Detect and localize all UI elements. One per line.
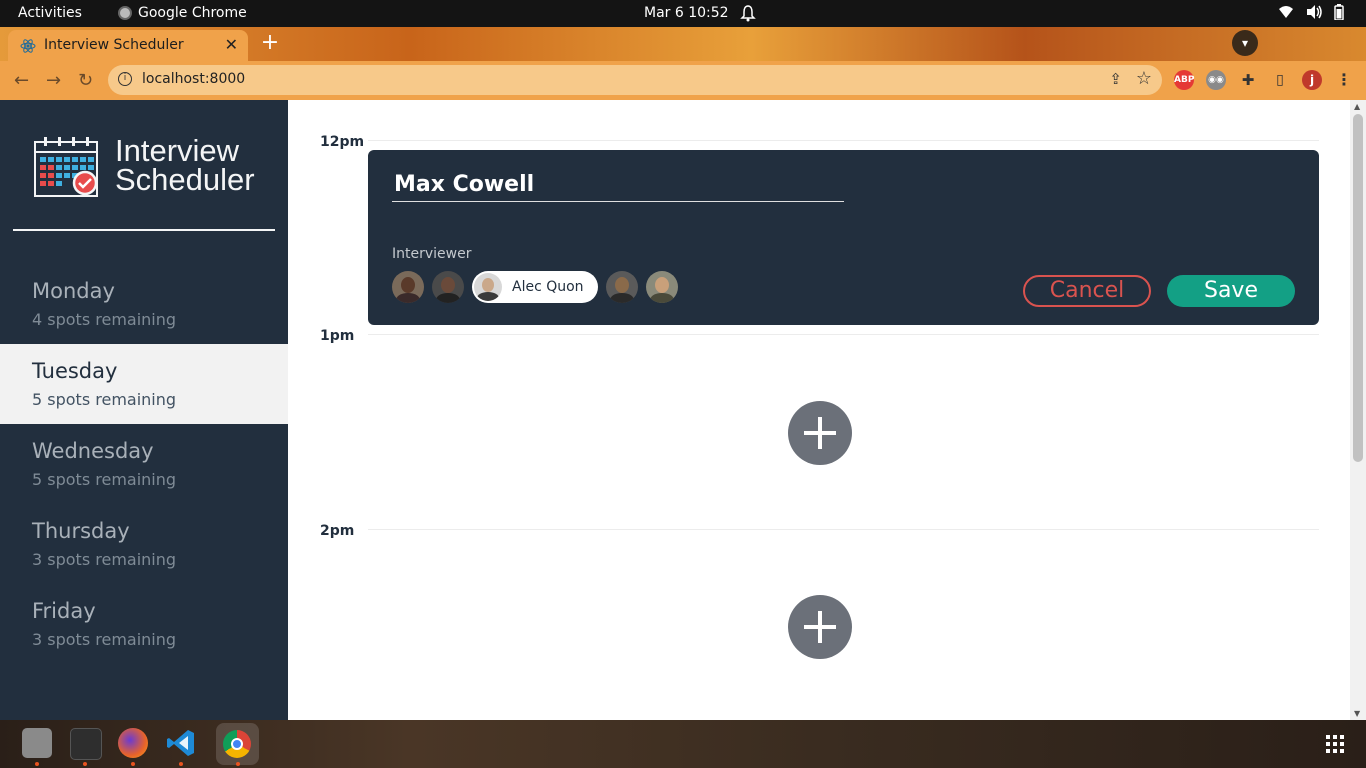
- day-item-thursday[interactable]: Thursday 3 spots remaining: [0, 504, 288, 584]
- day-name: Monday: [32, 279, 115, 303]
- day-spots: 3 spots remaining: [32, 550, 177, 569]
- show-apps-grid-icon[interactable]: [1326, 735, 1344, 753]
- day-spots: 3 spots remaining: [32, 630, 177, 649]
- running-indicator: [131, 762, 135, 766]
- interviewer-avatar[interactable]: [432, 271, 464, 303]
- interviewer-avatar[interactable]: [392, 271, 424, 303]
- tab-search-chevron-icon[interactable]: ▾: [1232, 30, 1258, 56]
- firefox-icon[interactable]: [118, 728, 148, 758]
- site-info-icon[interactable]: i: [118, 72, 132, 86]
- time-divider: [368, 140, 1319, 141]
- battery-icon: [1334, 4, 1350, 21]
- time-divider: [368, 529, 1319, 530]
- day-spots: 5 spots remaining: [32, 470, 177, 489]
- chrome-icon: [118, 6, 132, 20]
- chrome-menu-icon[interactable]: ⋮: [1334, 70, 1354, 90]
- scroll-down-icon[interactable]: ▼: [1354, 709, 1360, 718]
- back-arrow-icon[interactable]: ←: [14, 70, 29, 91]
- interviewer-label: Interviewer: [392, 246, 472, 262]
- time-label: 1pm: [320, 328, 355, 344]
- day-item-wednesday[interactable]: Wednesday 5 spots remaining: [0, 424, 288, 504]
- appointment-form: Max Cowell Interviewer Alec Quon Cancel …: [368, 150, 1319, 325]
- scroll-up-icon[interactable]: ▲: [1354, 102, 1360, 111]
- day-item-friday[interactable]: Friday 3 spots remaining: [0, 584, 288, 664]
- sidebar-separator: [13, 229, 275, 231]
- sidebar: Interview Scheduler Monday 4 spots remai…: [0, 100, 288, 720]
- dock: [0, 720, 1366, 768]
- extensions-puzzle-icon[interactable]: ✚: [1238, 70, 1258, 90]
- day-spots: 5 spots remaining: [32, 390, 177, 409]
- chrome-dock-icon[interactable]: [223, 730, 251, 758]
- files-icon[interactable]: [22, 728, 52, 758]
- time-label: 2pm: [320, 523, 355, 539]
- browser-tab[interactable]: Interview Scheduler ✕: [8, 30, 248, 61]
- day-item-monday[interactable]: Monday 4 spots remaining: [0, 264, 288, 344]
- app-menu-label: Google Chrome: [138, 5, 247, 21]
- tab-close-icon[interactable]: ✕: [225, 35, 238, 54]
- system-clock[interactable]: Mar 6 10:52: [644, 5, 729, 21]
- cancel-button[interactable]: Cancel: [1023, 275, 1151, 307]
- time-label: 12pm: [320, 134, 365, 150]
- interviewer-selected[interactable]: Alec Quon: [472, 271, 598, 303]
- interviewer-avatar: [474, 273, 502, 301]
- interviewer-avatar[interactable]: [605, 271, 638, 303]
- interviewer-list: Alec Quon: [392, 271, 686, 303]
- wifi-icon: [1278, 4, 1294, 20]
- react-favicon-icon: [20, 38, 36, 54]
- system-top-bar: Activities Google Chrome Mar 6 10:52: [0, 0, 1366, 27]
- terminal-icon[interactable]: [70, 728, 102, 760]
- tab-title: Interview Scheduler: [44, 37, 184, 53]
- browser-toolbar: ← → ↻ i localhost:8000 ⇪ ☆ ABP ◉◉ ✚ ▯ j …: [0, 61, 1366, 100]
- adblock-extension-icon[interactable]: ABP: [1174, 70, 1194, 90]
- add-appointment-plus-icon[interactable]: [788, 401, 852, 465]
- schedule: 12pm Max Cowell Interviewer Alec Quon Ca…: [288, 100, 1350, 720]
- day-name: Thursday: [32, 519, 130, 543]
- student-name-input[interactable]: Max Cowell: [392, 172, 844, 202]
- interviewer-avatar[interactable]: [645, 271, 678, 303]
- app-logo-title: Interview Scheduler: [115, 133, 255, 197]
- vscode-icon[interactable]: [166, 728, 196, 758]
- logo-title-line1: Interview: [115, 133, 240, 168]
- running-indicator: [83, 762, 87, 766]
- running-indicator: [35, 762, 39, 766]
- save-button[interactable]: Save: [1167, 275, 1295, 307]
- app-menu[interactable]: Google Chrome: [118, 5, 247, 21]
- interviewer-name: Alec Quon: [512, 279, 584, 295]
- forward-arrow-icon[interactable]: →: [46, 70, 61, 91]
- day-name: Tuesday: [32, 359, 118, 383]
- browser-tab-strip: Interview Scheduler ✕ + ▾: [0, 27, 1366, 61]
- app-viewport: Interview Scheduler Monday 4 spots remai…: [0, 100, 1366, 720]
- share-icon[interactable]: ⇪: [1109, 70, 1122, 88]
- system-tray[interactable]: [1278, 4, 1350, 21]
- add-appointment-plus-icon[interactable]: [788, 595, 852, 659]
- day-name: Wednesday: [32, 439, 154, 463]
- logo-title-line2: Scheduler: [115, 162, 255, 197]
- time-divider: [368, 334, 1319, 335]
- day-item-tuesday[interactable]: Tuesday 5 spots remaining: [0, 344, 288, 424]
- page-scrollbar[interactable]: ▲ ▼: [1350, 100, 1366, 720]
- bookmark-star-icon[interactable]: ☆: [1136, 68, 1152, 89]
- calendar-logo-icon: [34, 136, 100, 198]
- day-name: Friday: [32, 599, 96, 623]
- running-indicator: [236, 762, 240, 766]
- day-spots: 4 spots remaining: [32, 310, 177, 329]
- address-bar[interactable]: i localhost:8000 ⇪ ☆: [108, 65, 1162, 95]
- extension-eyes-icon[interactable]: ◉◉: [1206, 70, 1226, 90]
- activities-button[interactable]: Activities: [18, 5, 82, 21]
- url-text[interactable]: localhost:8000: [142, 71, 245, 87]
- scrollbar-thumb[interactable]: [1353, 114, 1363, 462]
- new-tab-button[interactable]: +: [258, 32, 282, 54]
- alarm-icon: [740, 4, 756, 26]
- profile-avatar[interactable]: j: [1302, 70, 1322, 90]
- running-indicator: [179, 762, 183, 766]
- volume-icon: [1306, 4, 1322, 20]
- side-panel-icon[interactable]: ▯: [1270, 70, 1290, 90]
- reload-icon[interactable]: ↻: [78, 70, 93, 91]
